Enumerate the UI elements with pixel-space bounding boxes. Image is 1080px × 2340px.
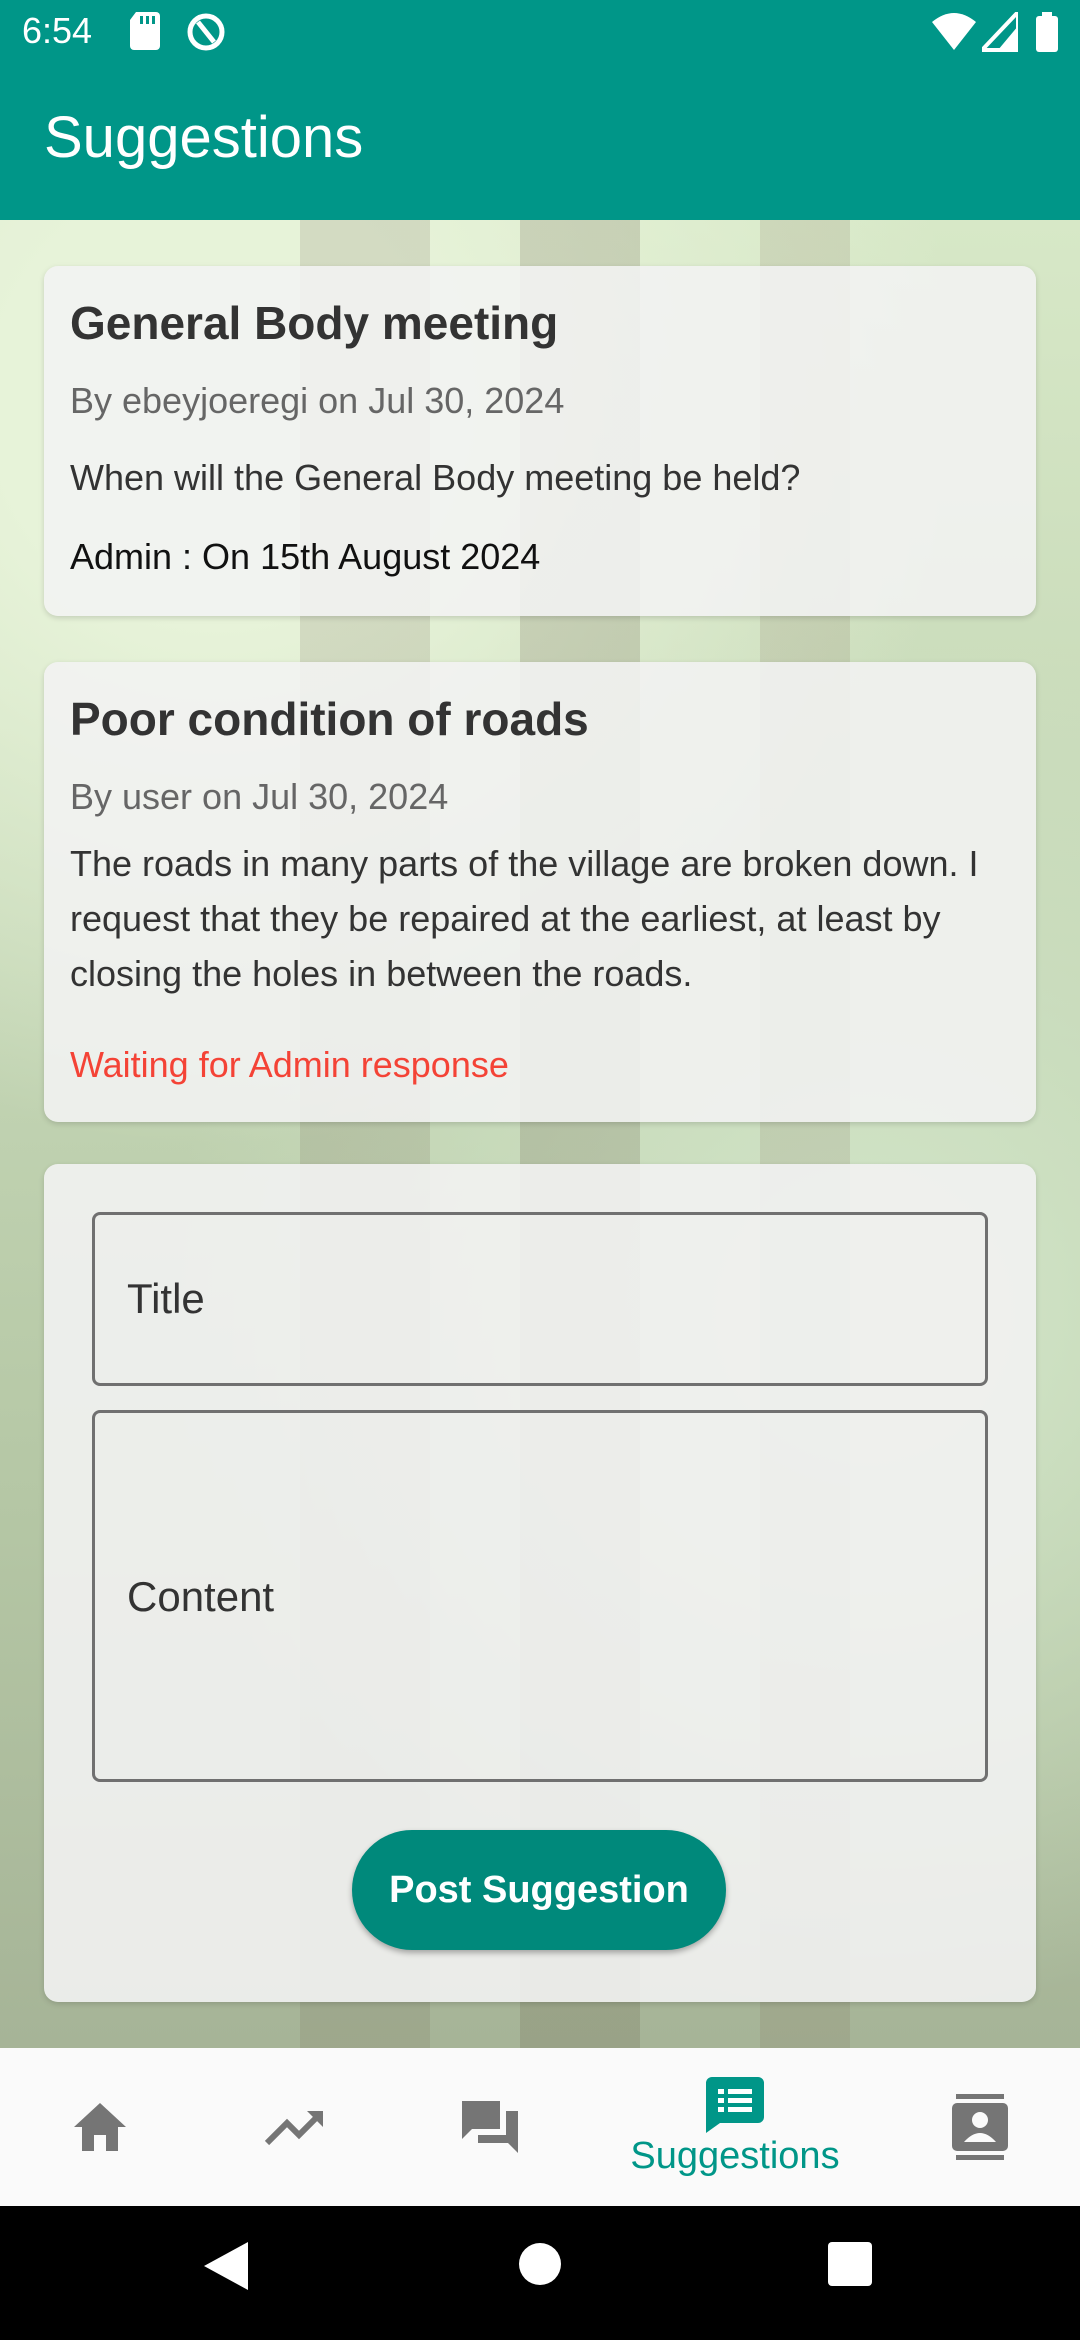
- suggestion-title: Poor condition of roads: [70, 693, 589, 745]
- suggestion-card[interactable]: General Body meeting By ebeyjoeregi on J…: [44, 266, 1036, 616]
- suggestion-meta: By ebeyjoeregi on Jul 30, 2024: [70, 380, 565, 421]
- nav-suggestions[interactable]: Suggestions: [600, 2048, 870, 2206]
- wifi-icon: [932, 13, 976, 50]
- title-field-label: Title: [127, 1275, 205, 1322]
- app-bar: Suggestions: [0, 66, 1080, 220]
- home-icon: [74, 2103, 126, 2151]
- trending-icon: [265, 2110, 324, 2146]
- recents-icon[interactable]: [828, 2242, 872, 2286]
- page-title: Suggestions: [44, 105, 364, 170]
- suggestion-body: When will the General Body meeting be he…: [70, 457, 801, 498]
- suggestions-icon: [706, 2076, 764, 2133]
- system-nav-bar: [0, 2206, 1080, 2340]
- cellular-icon: [982, 12, 1018, 52]
- back-icon[interactable]: [204, 2242, 248, 2290]
- content-field-label: Content: [127, 1573, 275, 1620]
- battery-icon: [1036, 12, 1058, 52]
- status-bar: 6:54: [0, 0, 1080, 66]
- content-field[interactable]: Content: [92, 1410, 988, 1782]
- admin-reply: Admin : On 15th August 2024: [70, 536, 541, 577]
- home-circle-icon[interactable]: [518, 2242, 562, 2286]
- sd-card-icon: [130, 12, 160, 50]
- nav-contacts[interactable]: [920, 2048, 1040, 2206]
- status-waiting: Waiting for Admin response: [70, 1044, 509, 1085]
- suggestion-body: The roads in many parts of the village a…: [70, 843, 979, 994]
- status-time: 6:54: [22, 10, 93, 51]
- suggestion-card[interactable]: Poor condition of roads By user on Jul 3…: [44, 662, 1036, 1122]
- suggestions-list[interactable]: General Body meeting By ebeyjoeregi on J…: [0, 220, 1080, 2048]
- suggestion-title: General Body meeting: [70, 297, 559, 349]
- nav-forum[interactable]: [430, 2048, 550, 2206]
- sync-icon: [187, 13, 225, 51]
- new-suggestion-form: Title Content Post Suggestion: [44, 1164, 1036, 2002]
- title-field[interactable]: Title: [92, 1212, 988, 1386]
- suggestion-meta: By user on Jul 30, 2024: [70, 776, 449, 817]
- nav-home[interactable]: [40, 2048, 160, 2206]
- forum-icon: [462, 2101, 518, 2153]
- nav-suggestions-label: Suggestions: [630, 2134, 840, 2177]
- contacts-icon: [952, 2094, 1008, 2160]
- post-suggestion-button[interactable]: Post Suggestion: [352, 1830, 726, 1950]
- bottom-nav: Suggestions: [0, 2048, 1080, 2206]
- nav-trending[interactable]: [235, 2048, 355, 2206]
